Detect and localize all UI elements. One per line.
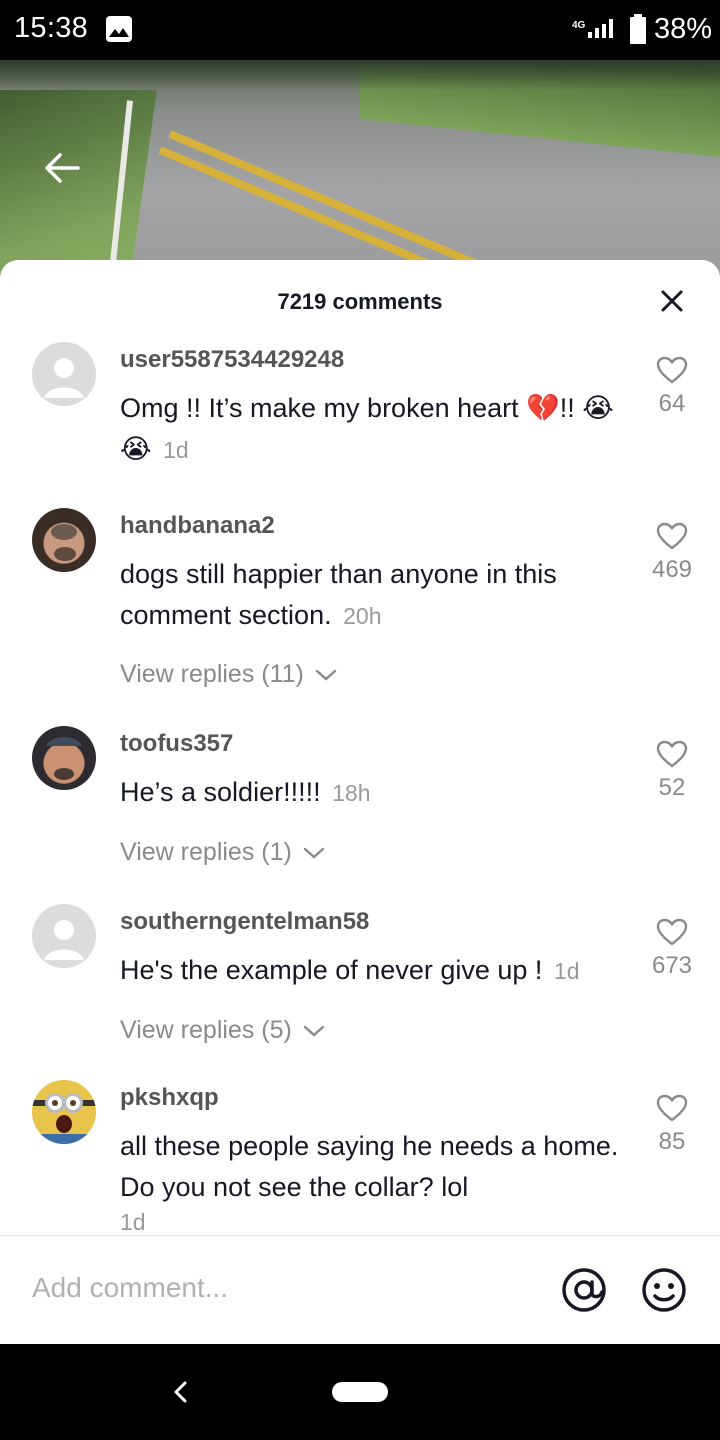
comments-count-title: 7219 comments	[277, 289, 443, 314]
nav-home-button[interactable]	[332, 1382, 388, 1402]
status-time: 15:38	[14, 12, 89, 44]
heart-icon[interactable]	[656, 522, 688, 550]
battery-percent: 38%	[654, 13, 713, 45]
like-button[interactable]: 52	[648, 740, 696, 802]
view-replies-button[interactable]: View replies (11)	[120, 660, 337, 689]
default-avatar[interactable]	[32, 342, 96, 406]
comment-item: user5587534429248 Omg !! It’s make my br…	[0, 342, 720, 508]
comment-text: dogs still happier than anyone in this c…	[120, 559, 557, 630]
heart-icon[interactable]	[656, 356, 688, 384]
comment-text: He’s a soldier!!!!! 18h	[120, 777, 371, 807]
comment-time: 1d	[553, 958, 580, 984]
network-label: 4G	[572, 20, 586, 31]
signal-icon	[588, 19, 613, 38]
video-preview[interactable]	[0, 60, 720, 280]
like-button[interactable]: 673	[648, 918, 696, 980]
like-count: 673	[651, 952, 693, 979]
like-button[interactable]: 469	[648, 522, 696, 584]
comment-item: southerngentelman58 He's the example of …	[0, 904, 720, 1080]
comment-text: He's the example of never give up ! 1d	[120, 955, 580, 985]
photo-avatar[interactable]	[32, 508, 96, 572]
comment-list[interactable]: user5587534429248 Omg !! It’s make my br…	[0, 342, 720, 1235]
image-icon	[106, 16, 132, 42]
photo-avatar[interactable]	[32, 726, 96, 790]
view-replies-button[interactable]: View replies (1)	[120, 838, 325, 867]
system-nav-bar	[0, 1344, 720, 1440]
close-icon[interactable]	[656, 285, 688, 317]
comments-sheet: 7219 comments user5587534429248 Omg !! I…	[0, 260, 720, 1344]
comment-text: Omg !! It’s make my broken heart 💔!! 😭😭 …	[120, 393, 614, 464]
like-button[interactable]: 64	[648, 356, 696, 418]
comment-username[interactable]: toofus357	[120, 730, 233, 758]
like-button[interactable]: 85	[648, 1094, 696, 1156]
comment-username[interactable]: pkshxqp	[120, 1084, 219, 1112]
comment-item: handbanana2 dogs still happier than anyo…	[0, 508, 720, 726]
comment-time: 1d	[120, 1209, 146, 1235]
nav-back-icon[interactable]	[172, 1380, 190, 1404]
emoji-icon[interactable]	[640, 1266, 688, 1314]
like-count: 64	[658, 390, 686, 417]
comment-username[interactable]: southerngentelman58	[120, 908, 369, 936]
chevron-down-icon	[315, 670, 337, 681]
comment-username[interactable]: handbanana2	[120, 512, 275, 540]
chevron-down-icon	[303, 848, 324, 859]
view-replies-button[interactable]: View replies (5)	[120, 1016, 325, 1045]
arrow-left-icon[interactable]	[40, 146, 84, 190]
like-count: 469	[651, 556, 693, 583]
comments-header: 7219 comments	[0, 260, 720, 342]
comment-time: 20h	[343, 603, 382, 629]
comment-text: all these people saying he needs a home.…	[120, 1126, 630, 1235]
heart-icon[interactable]	[656, 740, 688, 768]
comment-time: 18h	[332, 780, 371, 806]
comment-item: pkshxqp all these people saying he needs…	[0, 1080, 720, 1235]
chevron-down-icon	[303, 1026, 324, 1037]
add-comment-input[interactable]: Add comment...	[32, 1272, 228, 1304]
heart-icon[interactable]	[656, 918, 688, 946]
default-avatar[interactable]	[32, 904, 96, 968]
comment-time: 1d	[163, 437, 189, 463]
at-icon[interactable]	[560, 1266, 608, 1314]
minion-avatar[interactable]	[32, 1080, 96, 1144]
like-count: 52	[658, 774, 686, 801]
like-count: 85	[658, 1128, 686, 1155]
comment-input-bar: Add comment...	[0, 1235, 720, 1344]
comment-item: toofus357 He’s a soldier!!!!! 18h 52 Vie…	[0, 726, 720, 904]
comment-username[interactable]: user5587534429248	[120, 346, 344, 374]
battery-icon	[630, 14, 646, 44]
status-bar: 15:38 4G 38%	[0, 0, 720, 60]
heart-icon[interactable]	[656, 1094, 688, 1122]
